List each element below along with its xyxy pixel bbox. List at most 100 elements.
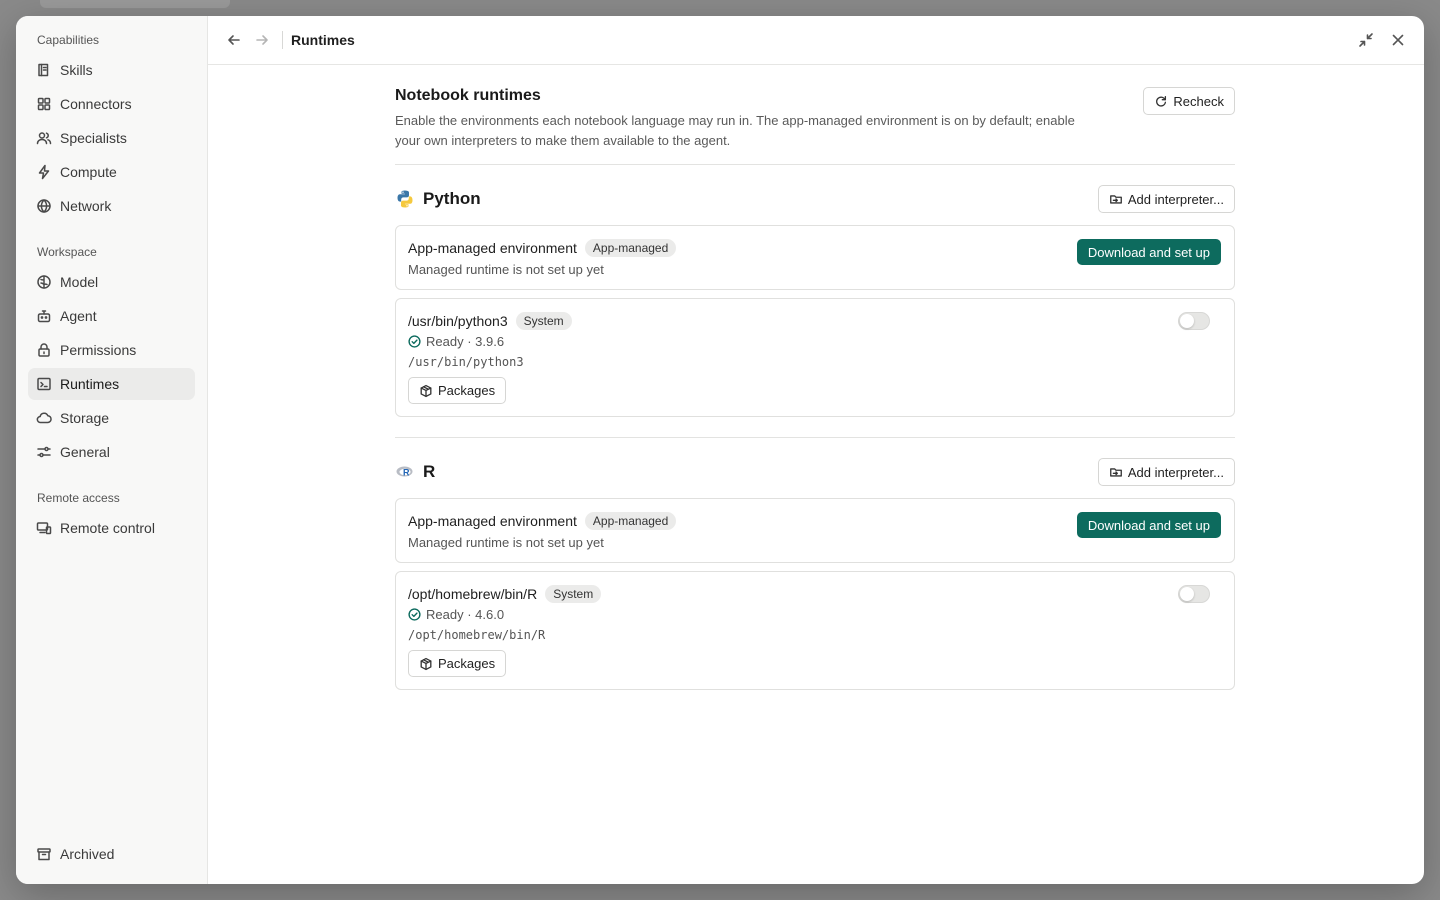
globe-icon: [36, 198, 52, 214]
devices-icon: [36, 520, 52, 536]
content-scroll-area[interactable]: Notebook runtimes Enable the environment…: [208, 65, 1424, 884]
sidebar-item-label: Connectors: [60, 96, 132, 112]
main-panel: Runtimes Notebook runtimes Enable the en…: [208, 16, 1424, 884]
add-interpreter-label: Add interpreter...: [1127, 464, 1224, 480]
runtime-badge: App-managed: [584, 239, 677, 257]
sidebar-section-workspace: Workspace Model Agent Permissions Runtim…: [16, 244, 207, 468]
sidebar-item-label: Specialists: [60, 130, 127, 146]
runtime-status: Ready · 3.9.6: [408, 334, 1222, 349]
runtime-title: /usr/bin/python3: [408, 313, 508, 329]
toolbar-divider: [282, 31, 283, 49]
bolt-icon: [36, 164, 52, 180]
packages-label: Packages: [438, 656, 496, 671]
runtime-path: /usr/bin/python3: [408, 355, 524, 369]
check-circle-icon: [408, 608, 421, 621]
sidebar-item-label: Remote control: [60, 520, 155, 536]
packages-button[interactable]: Packages: [408, 650, 507, 677]
runtime-title: /opt/homebrew/bin/R: [408, 586, 538, 602]
runtime-status-text: Ready · 3.9.6: [426, 334, 505, 349]
grid-icon: [36, 96, 52, 112]
add-interpreter-label: Add interpreter...: [1127, 191, 1224, 207]
sidebar-item-label: Agent: [60, 308, 97, 324]
sidebar-item-archived[interactable]: Archived: [28, 838, 195, 870]
robot-icon: [36, 308, 52, 324]
runtime-card-system: /usr/bin/python3 System Ready · 3.9.6 /u…: [395, 298, 1235, 417]
cloud-icon: [36, 410, 52, 426]
terminal-icon: [36, 376, 52, 392]
packages-label: Packages: [438, 383, 496, 398]
users-icon: [36, 130, 52, 146]
packages-button[interactable]: Packages: [408, 377, 507, 404]
section-label: Workspace: [37, 245, 97, 259]
sidebar-item-agent[interactable]: Agent: [28, 300, 195, 332]
arrow-left-icon: [228, 35, 240, 45]
language-name: R: [423, 462, 436, 481]
brain-icon: [36, 274, 52, 290]
close-button[interactable]: [1384, 26, 1412, 54]
folder-import-icon: [1109, 468, 1122, 477]
refresh-icon: [1156, 95, 1167, 107]
minimize-arrows-icon: [1359, 33, 1373, 47]
sidebar-section-capabilities: Capabilities Skills Connectors Specialis…: [16, 32, 207, 222]
section-label: Capabilities: [37, 33, 100, 47]
sidebar-item-runtimes[interactable]: Runtimes: [28, 368, 195, 400]
download-setup-button[interactable]: Download and set up: [1076, 239, 1221, 265]
sidebar-item-specialists[interactable]: Specialists: [28, 122, 195, 154]
forward-button[interactable]: [248, 26, 276, 54]
runtime-badge: System: [515, 312, 572, 330]
sidebar-item-remote-control[interactable]: Remote control: [28, 512, 195, 544]
sidebar-item-skills[interactable]: Skills: [28, 54, 195, 86]
close-icon: [1392, 34, 1404, 46]
sidebar-item-network[interactable]: Network: [28, 190, 195, 222]
runtime-card-system: /opt/homebrew/bin/R System Ready · 4.6.0…: [395, 571, 1235, 690]
sidebar-item-permissions[interactable]: Permissions: [28, 334, 195, 366]
svg-text:R: R: [403, 468, 410, 478]
sliders-icon: [36, 444, 52, 460]
background-window-tab: [40, 0, 230, 8]
runtime-enable-toggle[interactable]: [1178, 585, 1210, 603]
page-title: Runtimes: [291, 32, 355, 48]
sidebar-item-label: Permissions: [60, 342, 137, 358]
runtime-title: App-managed environment: [408, 513, 577, 529]
language-section-r: R R Add interpreter... App-managed envir…: [395, 458, 1235, 690]
add-interpreter-button[interactable]: Add interpreter...: [1097, 458, 1235, 486]
recheck-label: Recheck: [1173, 93, 1224, 109]
runtime-status: Ready · 4.6.0: [408, 607, 1222, 622]
sidebar-section-remote-access: Remote access Remote control: [16, 490, 207, 544]
archive-icon: [36, 846, 52, 862]
runtime-card-managed: App-managed environment App-managed Mana…: [395, 225, 1235, 290]
sidebar-item-label: Compute: [60, 164, 117, 180]
r-logo-icon: R: [395, 462, 415, 482]
book-icon: [36, 62, 52, 78]
settings-window: Capabilities Skills Connectors Specialis…: [16, 16, 1424, 884]
add-interpreter-button[interactable]: Add interpreter...: [1097, 185, 1235, 213]
sidebar-item-storage[interactable]: Storage: [28, 402, 195, 434]
sidebar-item-general[interactable]: General: [28, 436, 195, 468]
recheck-button[interactable]: Recheck: [1143, 87, 1235, 115]
section-title: Notebook runtimes: [395, 87, 541, 104]
back-button[interactable]: [220, 26, 248, 54]
sidebar-item-model[interactable]: Model: [28, 266, 195, 298]
top-bar: Runtimes: [208, 16, 1424, 65]
runtime-enable-toggle[interactable]: [1178, 312, 1210, 330]
sidebar-item-label: Skills: [60, 62, 93, 78]
sidebar-item-compute[interactable]: Compute: [28, 156, 195, 188]
runtime-badge: System: [545, 585, 602, 603]
check-circle-icon: [408, 335, 421, 348]
runtime-title: App-managed environment: [408, 240, 577, 256]
download-setup-button[interactable]: Download and set up: [1076, 512, 1221, 538]
runtime-path: /opt/homebrew/bin/R: [408, 628, 546, 642]
language-name: Python: [423, 189, 481, 208]
sidebar-item-connectors[interactable]: Connectors: [28, 88, 195, 120]
sidebar: Capabilities Skills Connectors Specialis…: [16, 16, 208, 884]
package-icon: [420, 384, 432, 397]
sidebar-item-label: Storage: [60, 410, 110, 426]
runtime-badge: App-managed: [584, 512, 677, 530]
header-divider: [395, 164, 1235, 165]
lock-icon: [36, 342, 52, 358]
runtime-card-managed: App-managed environment App-managed Mana…: [395, 498, 1235, 563]
runtime-status-text: Ready · 4.6.0: [426, 607, 505, 622]
collapse-button[interactable]: [1352, 26, 1380, 54]
python-icon: [395, 189, 415, 209]
sidebar-item-label: Archived: [60, 846, 115, 862]
